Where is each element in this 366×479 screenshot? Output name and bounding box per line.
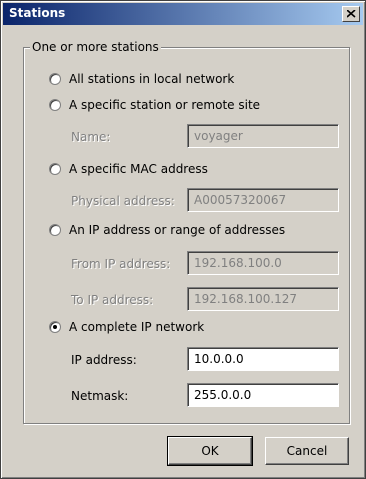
name-label: Name:: [71, 130, 111, 144]
ip-address-label: IP address:: [71, 353, 137, 367]
radio-specific-mac[interactable]: A specific MAC address: [49, 161, 208, 177]
radio-specific-mac-circle[interactable]: [49, 163, 61, 175]
radio-specific-mac-label: A specific MAC address: [69, 162, 208, 176]
radio-ip-network-circle[interactable]: [49, 321, 61, 333]
physical-address-field[interactable]: A00057320067: [187, 188, 339, 212]
to-ip-label: To IP address:: [71, 293, 154, 307]
radio-specific-station-label: A specific station or remote site: [69, 98, 261, 112]
ip-address-field[interactable]: 10.0.0.0: [187, 347, 339, 371]
radio-ip-network-label: A complete IP network: [69, 320, 205, 334]
radio-specific-station[interactable]: A specific station or remote site: [49, 97, 260, 113]
radio-ip-network[interactable]: A complete IP network: [49, 319, 204, 335]
dialog-title: Stations: [9, 6, 66, 20]
from-ip-label: From IP address:: [71, 257, 171, 271]
ok-button[interactable]: OK: [167, 436, 253, 466]
from-ip-field[interactable]: 192.168.100.0: [187, 251, 339, 275]
radio-ip-range-circle[interactable]: [49, 224, 61, 236]
name-field[interactable]: voyager: [187, 124, 339, 148]
radio-all-stations-circle[interactable]: [49, 73, 61, 85]
netmask-field[interactable]: 255.0.0.0: [187, 383, 339, 407]
radio-all-stations-label: All stations in local network: [69, 72, 235, 86]
title-bar[interactable]: Stations: [3, 3, 363, 25]
close-icon: [347, 10, 356, 18]
radio-ip-range-label: An IP address or range of addresses: [69, 223, 286, 237]
radio-all-stations[interactable]: All stations in local network: [49, 71, 234, 87]
close-button[interactable]: [342, 6, 360, 22]
physical-address-label: Physical address:: [71, 194, 175, 208]
to-ip-field[interactable]: 192.168.100.127: [187, 287, 339, 311]
groupbox-legend: One or more stations: [30, 40, 161, 54]
radio-ip-range[interactable]: An IP address or range of addresses: [49, 222, 285, 238]
cancel-button[interactable]: Cancel: [265, 437, 349, 465]
netmask-label: Netmask:: [71, 389, 129, 403]
radio-specific-station-circle[interactable]: [49, 99, 61, 111]
